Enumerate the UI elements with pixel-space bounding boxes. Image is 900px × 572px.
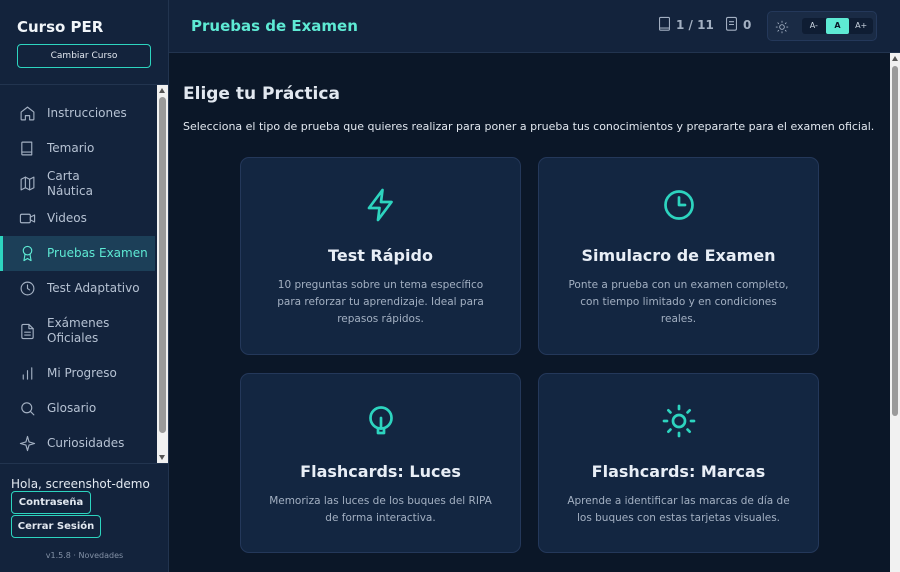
notes-counter[interactable]: 0	[724, 16, 751, 33]
main-scrollbar[interactable]	[890, 53, 900, 572]
logout-button[interactable]: Cerrar Sesión	[11, 515, 101, 538]
card-title: Test Rápido	[328, 246, 433, 265]
sidebar-item-curiosidades[interactable]: Curiosidades	[0, 426, 155, 461]
sidebar-item-temario[interactable]: Temario	[0, 131, 155, 166]
scroll-up-icon[interactable]	[159, 88, 165, 93]
book-icon	[659, 16, 670, 31]
theme-toggle-sun-icon[interactable]	[775, 19, 789, 34]
sidebar-item-label: Temario	[47, 141, 95, 155]
award-icon	[19, 245, 36, 262]
sparkle-icon	[19, 435, 36, 452]
sidebar-item-label: Pruebas Examen	[47, 246, 148, 260]
sidebar: Curso PER Cambiar Curso Instrucciones Te…	[0, 0, 169, 572]
map-icon	[19, 175, 36, 192]
sidebar-item-carta-nautica[interactable]: Carta Náutica	[0, 166, 155, 201]
clock-icon	[19, 280, 36, 297]
card-description: Aprende a identificar las marcas de día …	[567, 495, 790, 524]
book-icon	[19, 140, 36, 157]
sidebar-item-label: Instrucciones	[47, 106, 127, 120]
sidebar-item-label: Mi Progreso	[47, 366, 117, 380]
lightbulb-icon	[363, 402, 399, 440]
card-title: Simulacro de Examen	[581, 246, 776, 265]
practice-title: Elige tu Práctica	[183, 84, 340, 104]
clock-icon	[661, 186, 697, 224]
sidebar-item-glosario[interactable]: Glosario	[0, 391, 155, 426]
sidebar-divider	[0, 84, 169, 85]
brand-title: Curso PER	[17, 18, 104, 36]
sidebar-item-label: Videos	[47, 211, 87, 225]
page-counter: 1 / 11	[657, 16, 714, 33]
lightning-icon	[363, 186, 399, 224]
sidebar-item-label: Test Adaptativo	[47, 281, 140, 295]
sidebar-bottom-divider	[0, 463, 169, 464]
main-content: Elige tu Práctica Selecciona el tipo de …	[169, 53, 890, 572]
file-text-icon	[19, 323, 36, 340]
sidebar-item-mi-progreso[interactable]: Mi Progreso	[0, 356, 155, 391]
top-header: Pruebas de Examen 1 / 11 0 A- A A+	[169, 0, 900, 53]
card-test-rapido[interactable]: Test Rápido 10 preguntas sobre un tema e…	[240, 157, 521, 355]
bar-chart-icon	[19, 365, 36, 382]
sidebar-scrollbar[interactable]	[157, 85, 168, 463]
card-description: Memoriza las luces de los buques del RIP…	[269, 495, 492, 524]
card-title: Flashcards: Luces	[300, 462, 461, 481]
notes-icon	[726, 16, 737, 31]
search-icon	[19, 400, 36, 417]
card-title: Flashcards: Marcas	[591, 462, 766, 481]
sidebar-item-test-adaptativo[interactable]: Test Adaptativo	[0, 271, 155, 306]
sidebar-item-videos[interactable]: Videos	[0, 201, 155, 236]
font-normal-button[interactable]: A	[825, 18, 850, 34]
scrollbar-thumb[interactable]	[892, 66, 898, 416]
video-icon	[19, 210, 36, 227]
sidebar-item-pruebas-examen[interactable]: Pruebas Examen	[0, 236, 155, 271]
sun-icon	[661, 402, 697, 440]
scrollbar-thumb[interactable]	[159, 97, 166, 433]
page-title: Pruebas de Examen	[191, 17, 358, 35]
scroll-down-icon[interactable]	[159, 455, 165, 460]
sidebar-item-instrucciones[interactable]: Instrucciones	[0, 96, 155, 131]
sidebar-nav: Instrucciones Temario Carta Náutica Vide…	[0, 96, 155, 461]
card-flashcards-luces[interactable]: Flashcards: Luces Memoriza las luces de …	[240, 373, 521, 553]
change-course-button[interactable]: Cambiar Curso	[17, 44, 151, 68]
card-description: 10 preguntas sobre un tema específico pa…	[277, 279, 484, 325]
card-flashcards-marcas[interactable]: Flashcards: Marcas Aprende a identificar…	[538, 373, 819, 553]
sidebar-item-label: Glosario	[47, 401, 97, 415]
card-description: Ponte a prueba con un examen completo, c…	[568, 279, 789, 325]
practice-subtitle: Selecciona el tipo de prueba que quieres…	[183, 120, 875, 133]
card-simulacro-examen[interactable]: Simulacro de Examen Ponte a prueba con u…	[538, 157, 819, 355]
page-counter-value: 1 / 11	[676, 17, 714, 32]
sidebar-item-label: Curiosidades	[47, 436, 125, 450]
notes-counter-value: 0	[743, 17, 752, 32]
user-greeting: Hola, screenshot-demo	[11, 477, 150, 491]
sidebar-item-label: Exámenes Oficiales	[47, 316, 110, 345]
font-decrease-button[interactable]: A-	[802, 18, 826, 34]
sidebar-item-label: Carta Náutica	[47, 168, 93, 198]
password-button[interactable]: Contraseña	[11, 491, 91, 514]
font-size-control: A- A A+	[802, 18, 873, 34]
sidebar-item-examenes-oficiales[interactable]: Exámenes Oficiales	[0, 306, 155, 356]
home-icon	[19, 105, 36, 122]
display-tools: A- A A+	[767, 11, 877, 41]
scroll-up-icon[interactable]	[892, 56, 898, 61]
version-link[interactable]: v1.5.8 · Novedades	[0, 551, 169, 560]
font-increase-button[interactable]: A+	[849, 18, 873, 34]
